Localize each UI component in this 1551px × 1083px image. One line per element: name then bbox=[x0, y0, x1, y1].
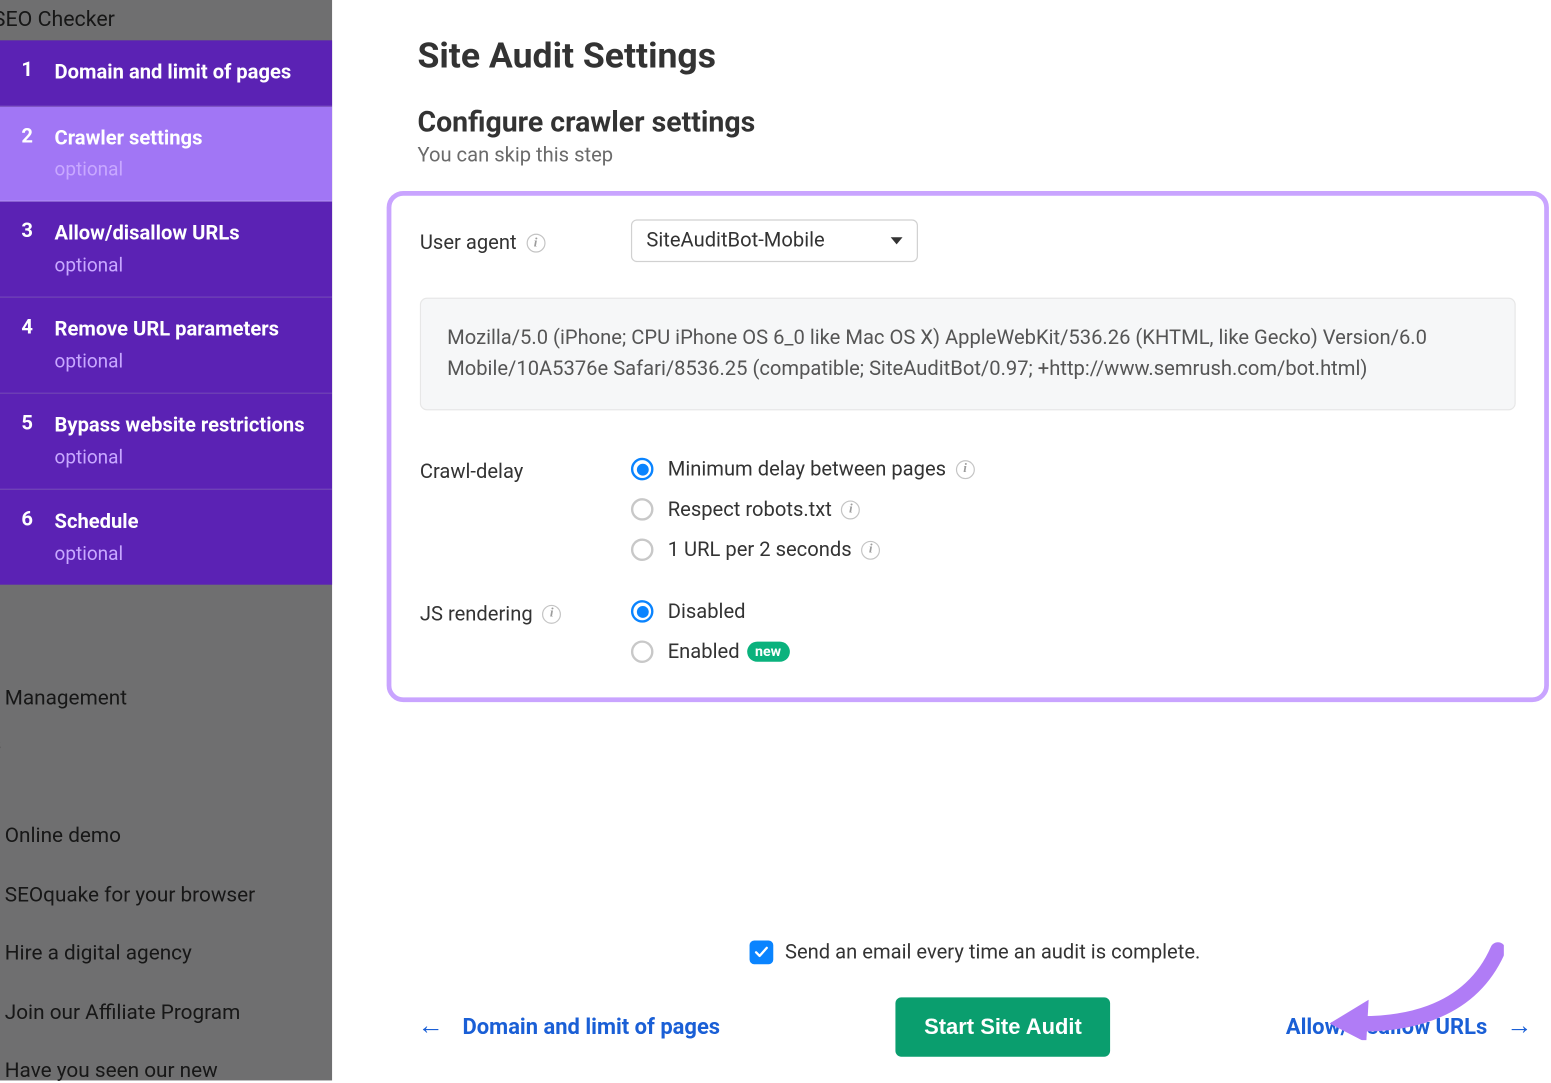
option-label: Enabled bbox=[668, 640, 740, 664]
step-domain-limit[interactable]: 1 Domain and limit of pages bbox=[0, 40, 332, 106]
step-label: Bypass website restrictions bbox=[55, 412, 305, 441]
step-sublabel: optional bbox=[55, 156, 203, 184]
js-rendering-option-enabled[interactable]: Enabled new bbox=[631, 640, 789, 664]
wizard-footer: Send an email every time an audit is com… bbox=[417, 940, 1532, 1056]
user-agent-label: User agent bbox=[420, 231, 517, 255]
option-label: 1 URL per 2 seconds bbox=[668, 538, 852, 562]
check-icon bbox=[754, 945, 768, 959]
radio-icon bbox=[631, 498, 654, 521]
step-label: Crawler settings bbox=[55, 124, 203, 153]
js-rendering-option-disabled[interactable]: Disabled bbox=[631, 600, 789, 624]
wizard-steps: 1 Domain and limit of pages 2 Crawler se… bbox=[0, 40, 332, 584]
step-crawler-settings[interactable]: 2 Crawler settings optional bbox=[0, 106, 332, 202]
section-subtitle: You can skip this step bbox=[417, 144, 1551, 168]
radio-icon bbox=[631, 600, 654, 623]
option-label: Disabled bbox=[668, 600, 746, 624]
settings-panel: Site Audit Settings Configure crawler se… bbox=[356, 0, 1551, 1080]
user-agent-string: Mozilla/5.0 (iPhone; CPU iPhone OS 6_0 l… bbox=[420, 298, 1516, 410]
step-number: 6 bbox=[21, 508, 54, 532]
new-badge: new bbox=[747, 642, 790, 662]
option-label: Minimum delay between pages bbox=[668, 457, 946, 481]
next-step-label: Allow/disallow URLs bbox=[1286, 1012, 1487, 1042]
step-label: Remove URL parameters bbox=[55, 316, 279, 345]
chevron-down-icon bbox=[891, 237, 903, 244]
prev-step-link[interactable]: ← Domain and limit of pages bbox=[417, 1012, 720, 1042]
step-allow-disallow[interactable]: 3 Allow/disallow URLs optional bbox=[0, 202, 332, 298]
step-label: Domain and limit of pages bbox=[55, 58, 292, 87]
js-rendering-options: Disabled Enabled new bbox=[631, 600, 789, 664]
step-sublabel: optional bbox=[55, 443, 305, 471]
step-number: 2 bbox=[21, 124, 54, 148]
user-agent-value: SiteAuditBot-Mobile bbox=[646, 229, 824, 253]
email-label: Send an email every time an audit is com… bbox=[785, 940, 1200, 964]
section-title: Configure crawler settings bbox=[417, 106, 1551, 139]
js-rendering-label: JS rendering bbox=[420, 602, 533, 626]
radio-icon bbox=[631, 458, 654, 481]
prev-step-label: Domain and limit of pages bbox=[463, 1012, 721, 1042]
crawl-delay-options: Minimum delay between pages i Respect ro… bbox=[631, 457, 975, 561]
info-icon[interactable]: i bbox=[542, 604, 561, 623]
next-step-link[interactable]: Allow/disallow URLs → bbox=[1286, 1012, 1532, 1042]
info-icon[interactable]: i bbox=[841, 500, 860, 519]
step-schedule[interactable]: 6 Schedule optional bbox=[0, 490, 332, 585]
step-number: 5 bbox=[21, 412, 54, 436]
start-site-audit-button[interactable]: Start Site Audit bbox=[896, 997, 1111, 1056]
page-title: Site Audit Settings bbox=[417, 36, 1551, 78]
crawl-delay-option-minimum[interactable]: Minimum delay between pages i bbox=[631, 457, 975, 481]
step-label: Allow/disallow URLs bbox=[55, 220, 240, 249]
info-icon[interactable]: i bbox=[526, 234, 545, 253]
step-label: Schedule bbox=[55, 508, 139, 537]
info-icon[interactable]: i bbox=[861, 540, 880, 559]
arrow-left-icon: ← bbox=[417, 1014, 443, 1040]
step-number: 3 bbox=[21, 220, 54, 244]
user-agent-dropdown[interactable]: SiteAuditBot-Mobile bbox=[631, 219, 918, 262]
crawler-settings-box: User agent i SiteAuditBot-Mobile Mozilla… bbox=[387, 191, 1549, 702]
radio-icon bbox=[631, 539, 654, 562]
step-remove-url-params[interactable]: 4 Remove URL parameters optional bbox=[0, 298, 332, 394]
crawl-delay-option-robots[interactable]: Respect robots.txt i bbox=[631, 498, 975, 522]
info-icon[interactable]: i bbox=[956, 460, 975, 479]
option-label: Respect robots.txt bbox=[668, 498, 832, 522]
arrow-right-icon: → bbox=[1506, 1014, 1532, 1040]
step-sublabel: optional bbox=[55, 347, 279, 375]
radio-icon bbox=[631, 641, 654, 664]
step-bypass-restrictions[interactable]: 5 Bypass website restrictions optional bbox=[0, 394, 332, 490]
step-number: 4 bbox=[21, 316, 54, 340]
crawl-delay-label: Crawl-delay bbox=[420, 460, 523, 484]
email-checkbox[interactable] bbox=[749, 940, 773, 964]
step-sublabel: optional bbox=[55, 252, 240, 280]
step-number: 1 bbox=[21, 58, 54, 82]
crawl-delay-option-1url[interactable]: 1 URL per 2 seconds i bbox=[631, 538, 975, 562]
step-sublabel: optional bbox=[55, 539, 139, 567]
